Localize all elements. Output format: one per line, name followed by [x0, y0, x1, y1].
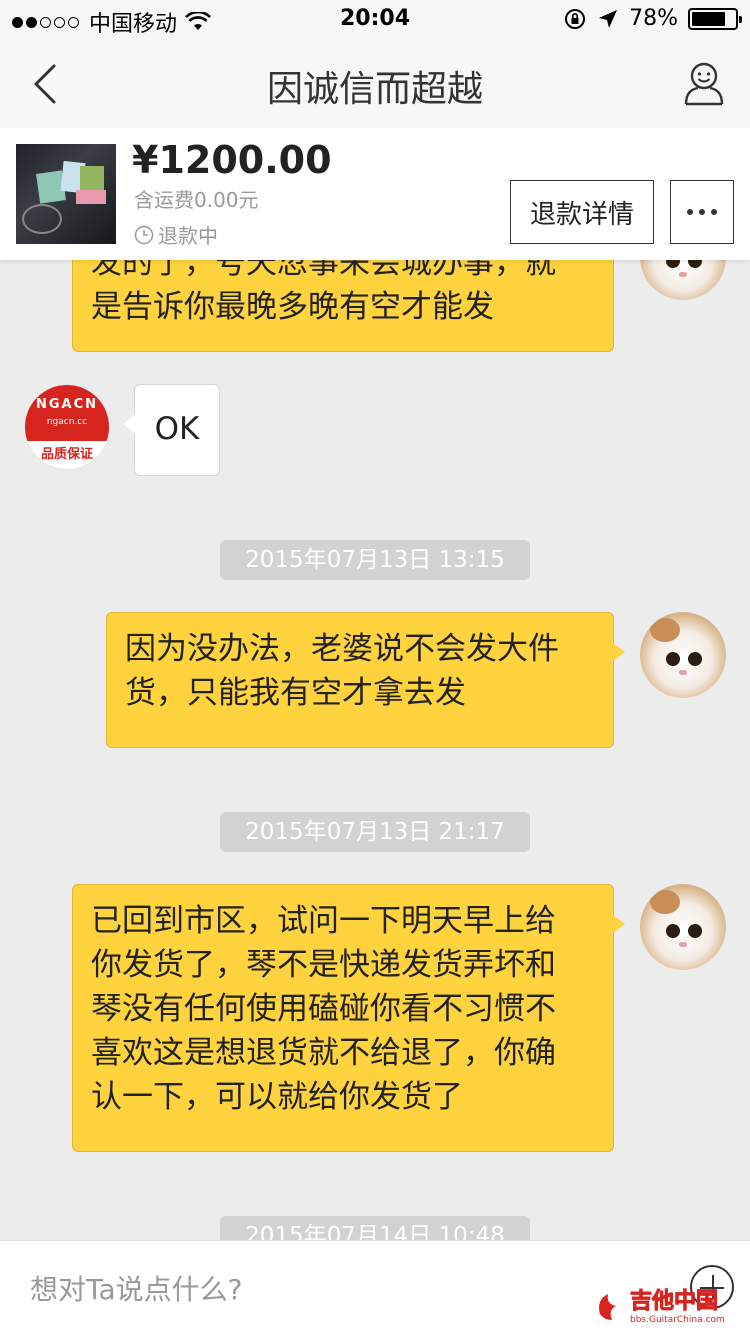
message-timestamp: 2015年07月13日 21:17 — [220, 812, 530, 852]
product-image[interactable] — [16, 144, 116, 244]
user-avatar[interactable] — [640, 612, 726, 698]
store-avatar[interactable]: NGACN ngacn.cc 品质保证 — [24, 384, 110, 470]
product-price: ¥1200.00 — [132, 138, 332, 182]
refund-status-label: 退款中 — [158, 224, 218, 248]
message-text: 认一下，可以就给你发货了 — [91, 1079, 463, 1115]
profile-icon[interactable] — [682, 60, 726, 108]
store-site: ngacn.cc — [46, 417, 88, 427]
message-text: 喜欢这是想退货就不给退了，你确 — [91, 1035, 556, 1071]
message-bubble-outgoing[interactable]: 因为没办法，老婆说不会发大件 货，只能我有空才拿去发 — [106, 612, 625, 748]
message-text: 你发货了，琴不是快递发货弄坏和 — [91, 947, 556, 983]
add-attachment-button[interactable] — [690, 1265, 734, 1309]
message-text: 因为没办法，老婆说不会发大件 — [125, 631, 559, 667]
shipping-fee: 含运费0.00元 — [134, 188, 259, 212]
refund-status: 退款中 — [134, 220, 218, 249]
message-text: 已回到市区，试问一下明天早上给 — [91, 903, 556, 939]
refund-details-button[interactable]: 退款详情 — [510, 180, 654, 244]
message-bubble-outgoing[interactable]: 已回到市区，试问一下明天早上给 你发货了，琴不是快递发货弄坏和 琴没有任何使用磕… — [72, 884, 625, 1152]
message-text: 琴没有任何使用磕碰你看不习惯不 — [91, 991, 556, 1027]
more-dot-icon — [699, 209, 705, 215]
more-dot-icon — [687, 209, 693, 215]
more-dot-icon — [711, 209, 717, 215]
nav-bar: 因诚信而超越 — [0, 40, 750, 128]
message-timestamp: 2015年07月13日 13:15 — [220, 540, 530, 580]
message-timestamp: 2015年07月14日 10:48 — [220, 1216, 530, 1240]
product-card[interactable]: ¥1200.00 含运费0.00元 退款中 退款详情 — [0, 128, 750, 260]
message-text: 货，只能我有空才拿去发 — [125, 675, 466, 711]
store-brand: NGACN — [35, 397, 99, 412]
clock-icon — [134, 225, 154, 244]
page-title: 因诚信而超越 — [266, 69, 483, 110]
user-avatar[interactable] — [640, 884, 726, 970]
more-options-button[interactable] — [670, 180, 734, 244]
input-bar — [0, 1240, 750, 1334]
store-tagline: 品质保证 — [40, 447, 93, 462]
message-input[interactable] — [30, 1267, 650, 1311]
message-bubble-incoming[interactable]: OK — [123, 384, 220, 476]
message-text: OK — [154, 411, 200, 447]
message-text: 是告诉你最晚多晚有空才能发 — [91, 289, 494, 325]
